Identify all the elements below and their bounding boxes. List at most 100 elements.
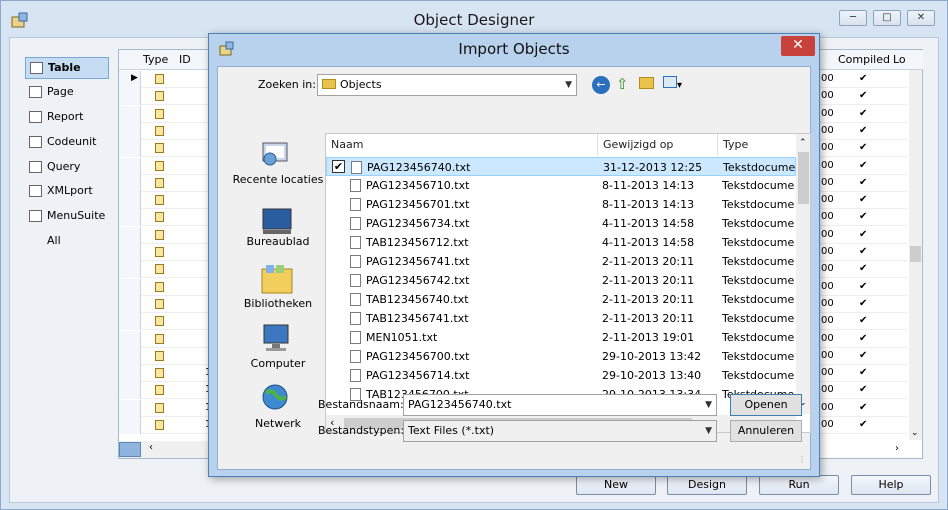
row-selector[interactable] [119, 140, 141, 158]
file-row[interactable]: PAG123456714.txt 29-10-2013 13:40 Tekstdoc… [326, 366, 796, 385]
table-row[interactable] [119, 261, 210, 279]
table-row[interactable]: 00 ✔ [819, 417, 907, 434]
row-selector[interactable] [119, 313, 141, 331]
object-grid-right[interactable]: Compiled Lo 00 ✔ 00 ✔ 00 ✔ 00 ✔ 00 ✔ 00 ✔ 00 ✔ 00 ✔ 00 ✔ 0… [818, 49, 923, 459]
cancel-button[interactable]: Annuleren [730, 420, 802, 442]
table-row[interactable]: 00 ✔ [819, 106, 907, 123]
filename-field[interactable]: PAG123456740.txt ▼ [403, 394, 717, 416]
file-row[interactable]: MEN1051.txt 2-11-2013 19:01 Tekstdocume [326, 328, 796, 347]
table-row[interactable]: 00 ✔ [819, 244, 907, 261]
nav-item-table[interactable]: Table [25, 57, 109, 79]
dialog-close-button[interactable]: ✕ [781, 36, 815, 56]
table-row[interactable]: 00 ✔ [819, 227, 907, 244]
right-vscroll[interactable]: ⌄ [909, 70, 922, 440]
row-selector[interactable] [119, 330, 141, 348]
file-row[interactable]: PAG123456734.txt 4-11-2013 14:58 Tekstdocu… [326, 214, 796, 233]
help-button[interactable]: Help [851, 475, 931, 495]
nav-item-query[interactable]: Query [25, 157, 109, 179]
scroll-right-icon[interactable]: › [895, 443, 899, 454]
table-row[interactable] [119, 105, 210, 123]
run-button[interactable]: Run [759, 475, 839, 495]
table-row[interactable] [119, 174, 210, 192]
table-row[interactable]: 00 ✔ [819, 279, 907, 296]
table-row[interactable]: 00 ✔ [819, 261, 907, 279]
table-row[interactable] [119, 295, 210, 313]
filetype-select[interactable]: Text Files (*.txt) ▼ [403, 420, 717, 442]
table-row[interactable] [119, 226, 210, 244]
look-in-combo[interactable]: Objects ▼ [317, 74, 577, 96]
row-selector[interactable] [119, 278, 141, 296]
row-selector[interactable] [119, 347, 141, 365]
row-selector[interactable] [119, 382, 141, 400]
table-row[interactable]: 00 ✔ [819, 175, 907, 192]
back-icon[interactable]: ← [592, 76, 610, 94]
table-row[interactable]: 00 ✔ [819, 71, 907, 88]
table-row[interactable]: 1 [119, 399, 211, 417]
new-button[interactable]: New [576, 475, 656, 495]
scroll-thumb[interactable] [910, 246, 921, 262]
nav-item-xmlport[interactable]: XMLport [25, 181, 109, 203]
table-row[interactable] [119, 88, 210, 106]
table-row[interactable] [119, 313, 210, 331]
maximize-button[interactable]: □ [873, 10, 901, 26]
table-row[interactable]: 1 [119, 365, 211, 383]
table-row[interactable]: 00 ✔ [819, 140, 907, 158]
nav-item-menusuite[interactable]: MenuSuite [25, 206, 109, 228]
object-grid[interactable]: Type ID ▶1111 ‹ [118, 49, 211, 459]
file-row[interactable]: PAG123456700.txt 29-10-2013 13:42 Tekstdoc… [326, 347, 796, 366]
table-row[interactable]: 00 ✔ [819, 331, 907, 348]
table-row[interactable]: 00 ✔ [819, 313, 907, 331]
table-row[interactable] [119, 347, 210, 365]
table-row[interactable]: 00 ✔ [819, 209, 907, 227]
row-selector[interactable] [119, 226, 141, 244]
row-selector[interactable] [119, 261, 141, 279]
file-row[interactable]: ✔ PAG123456740.txt 31-12-2013 12:25 Tekstdo… [326, 157, 796, 176]
table-row[interactable]: 00 ✔ [819, 88, 907, 106]
table-row[interactable]: 1 [119, 382, 211, 400]
row-selector[interactable]: ▶ [119, 71, 141, 88]
table-row[interactable] [119, 157, 210, 175]
row-selector[interactable] [119, 105, 141, 123]
table-row[interactable] [119, 278, 210, 296]
row-selector[interactable] [119, 399, 141, 417]
file-list[interactable]: Naam Gewijzigd op Type ✔ PAG123456740.txt… [325, 133, 811, 433]
table-row[interactable] [119, 209, 210, 227]
nav-item-page[interactable]: Page [25, 82, 109, 104]
row-selector[interactable] [119, 157, 141, 175]
table-row[interactable] [119, 122, 210, 140]
column-header-id[interactable]: ID [177, 50, 210, 70]
table-row[interactable]: 00 ✔ [819, 123, 907, 140]
view-menu-icon[interactable]: ▾ [663, 76, 691, 91]
file-row[interactable]: PAG123456710.txt 8-11-2013 14:13 Tekstdocu… [326, 176, 796, 195]
table-row[interactable]: 1 [119, 417, 211, 434]
scroll-down-icon[interactable]: ⌄ [911, 428, 919, 438]
table-row[interactable] [119, 140, 210, 158]
table-row[interactable]: 00 ✔ [819, 382, 907, 400]
chevron-down-icon[interactable]: ▼ [705, 395, 712, 415]
row-selector[interactable] [119, 417, 141, 434]
row-selector[interactable] [119, 365, 141, 383]
row-checkbox[interactable]: ✔ [332, 160, 345, 173]
table-row[interactable]: 00 ✔ [819, 400, 907, 417]
file-row[interactable]: PAG123456741.txt 2-11-2013 20:11 Tekstdocu… [326, 252, 796, 271]
scroll-up-icon[interactable]: ⌃ [799, 138, 807, 148]
table-row[interactable]: 00 ✔ [819, 296, 907, 313]
nav-item-all[interactable]: All [25, 231, 109, 253]
column-header-modified[interactable]: Gewijzigd op [598, 134, 718, 156]
row-selector[interactable] [119, 174, 141, 192]
table-row[interactable]: 00 ✔ [819, 365, 907, 383]
design-button[interactable]: Design [667, 475, 747, 495]
table-row[interactable]: 00 ✔ [819, 158, 907, 175]
minimize-button[interactable]: ─ [839, 10, 867, 26]
scroll-left-icon[interactable]: ‹ [149, 442, 153, 453]
row-selector[interactable] [119, 192, 141, 210]
file-list-vscroll[interactable]: ⌃ ⌄ [796, 134, 810, 414]
file-row[interactable]: TAB123456741.txt 2-11-2013 20:11 Tekstdocu… [326, 309, 796, 328]
column-header-name[interactable]: Naam [326, 134, 598, 156]
file-row[interactable]: PAG123456701.txt 8-11-2013 14:13 Tekstdocu… [326, 195, 796, 214]
table-row[interactable]: 00 ✔ [819, 348, 907, 365]
row-selector[interactable] [119, 122, 141, 140]
new-folder-icon[interactable] [639, 77, 654, 89]
file-row[interactable]: PAG123456742.txt 2-11-2013 20:11 Tekstdocu… [326, 271, 796, 290]
up-folder-icon[interactable]: ⇧ [616, 75, 629, 93]
